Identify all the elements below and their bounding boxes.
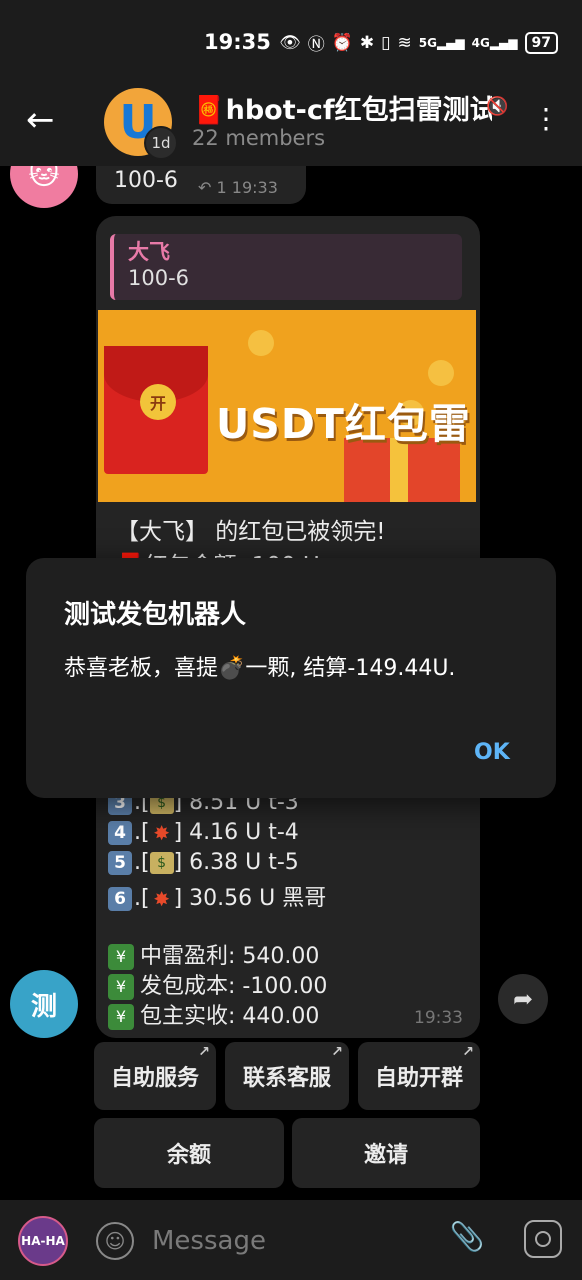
money-icon: $ [149, 852, 174, 874]
bot-message-time: 19:33 [414, 1008, 463, 1028]
coin-decoration-icon [428, 360, 454, 386]
grab-text: 30.56 U 黑哥 [189, 886, 327, 911]
summary-label: 包主实收: [140, 1004, 236, 1029]
message-input-bar: HA-HA ☺ 📎 [0, 1200, 582, 1280]
explosion-icon: ✸ [153, 821, 170, 845]
group-title[interactable]: 🧧hbot-cf红包扫雷测试 [192, 88, 492, 127]
grab-row: 6 .[✸] 30.56 U 黑哥 [108, 880, 326, 912]
balance-button[interactable]: 余额 [94, 1118, 284, 1188]
create-group-button[interactable]: 自助开群 ↗ [358, 1042, 480, 1110]
chart-yen-icon: ¥ [108, 1004, 134, 1030]
contact-support-button[interactable]: 联系客服 ↗ [225, 1042, 349, 1110]
summary-value: -100.00 [242, 974, 328, 999]
external-link-icon: ↗ [462, 1044, 474, 1060]
number-key-icon: 4 [108, 821, 132, 845]
sender-avatar-cat[interactable]: 🐱 [10, 166, 78, 208]
share-arrow-icon: ➦ [512, 985, 534, 1013]
signal-4g-label: 4G [471, 35, 490, 50]
explosion-icon: ✸ [153, 887, 170, 911]
grab-row: 4 .[✸] 4.16 U t-4 [108, 820, 299, 845]
coin-decoration-icon [248, 330, 274, 356]
back-arrow-icon[interactable]: ← [26, 102, 66, 142]
status-bar: 19:35 👁 Ⓝ ⏰ ✱ ▯ ≋ 5G▂▄▆ 4G▂▄▆ 97 [0, 0, 582, 84]
send-as-avatar[interactable]: HA-HA [18, 1216, 68, 1266]
reply-quote[interactable]: 大飞 100-6 [110, 234, 462, 300]
summary-value: 540.00 [242, 944, 320, 969]
forward-button[interactable]: ➦ [498, 974, 548, 1024]
reply-arrow-icon: ↶ [198, 178, 212, 197]
external-link-icon: ↗ [198, 1044, 210, 1060]
summary-row: ¥ 中雷盈利: 540.00 [108, 938, 319, 970]
bot-avatar[interactable]: 测 [10, 970, 78, 1038]
number-key-icon: 5 [108, 851, 132, 875]
message-input[interactable] [152, 1222, 432, 1260]
red-envelope-icon: 🧧 [192, 95, 226, 126]
dialog-ok-button[interactable]: OK [474, 740, 510, 765]
reply-quote-name: 大飞 [128, 240, 170, 264]
dialog-message: 恭喜老板，喜提💣一颗, 结算-149.44U. [64, 650, 455, 682]
grab-text: 4.16 U t-4 [189, 820, 299, 845]
self-service-label: 自助服务 [110, 1066, 199, 1091]
create-group-label: 自助开群 [374, 1066, 463, 1091]
nfc-icon: Ⓝ [307, 35, 325, 55]
self-service-button[interactable]: 自助服务 ↗ [94, 1042, 216, 1110]
claimed-text: 【大飞】 的红包已被领完! [116, 519, 386, 545]
member-count: 22 members [192, 126, 326, 150]
status-time: 19:35 [204, 30, 271, 54]
signal-5g-icon: 5G▂▄▆ [418, 35, 465, 50]
chat-header: ← U 1d 🧧hbot-cf红包扫雷测试 🔇 22 members ⋮ [0, 84, 582, 166]
open-coin-icon: 开 [140, 384, 176, 420]
camera-lens [535, 1231, 551, 1247]
mute-icon: 🔇 [486, 96, 509, 117]
number-key-icon: 6 [108, 887, 132, 911]
vibrate-icon: ▯ [381, 32, 391, 53]
balance-label: 余额 [166, 1143, 211, 1168]
summary-label: 中雷盈利: [140, 944, 236, 969]
grab-row: 5 .[$] 6.38 U t-5 [108, 850, 299, 875]
chart-yen-icon: ¥ [108, 944, 134, 970]
reply-count: 1 [216, 178, 227, 197]
auto-delete-timer-badge: 1d [144, 126, 178, 160]
previous-message-time: 19:33 [231, 178, 278, 197]
signal-5g-label: 5G [418, 35, 437, 50]
dialog-title: 测试发包机器人 [64, 600, 247, 630]
grab-text: 6.38 U t-5 [189, 850, 299, 875]
dialog-body-before: 恭喜老板，喜提 [64, 656, 219, 681]
previous-message-meta: ↶ 1 19:33 [198, 178, 278, 197]
usdt-banner-image[interactable]: 开 USDT红包雷 [98, 310, 476, 502]
summary-row: ¥ 发包成本: -100.00 [108, 968, 327, 1000]
reply-quote-text: 100-6 [128, 266, 190, 290]
contact-support-label: 联系客服 [242, 1066, 331, 1091]
external-link-icon: ↗ [331, 1044, 343, 1060]
more-menu-icon[interactable]: ⋮ [532, 102, 560, 135]
status-icons: 👁 Ⓝ ⏰ ✱ ▯ ≋ 5G▂▄▆ 4G▂▄▆ 97 [279, 30, 558, 55]
summary-label: 发包成本: [140, 974, 236, 999]
previous-message-text: 100-6 [114, 168, 178, 193]
chart-yen-icon: ¥ [108, 974, 134, 1000]
wifi-icon: ≋ [397, 32, 412, 53]
bluetooth-icon: ✱ [359, 32, 375, 53]
alert-dialog: 测试发包机器人 恭喜老板，喜提💣一颗, 结算-149.44U. OK [26, 558, 556, 798]
camera-icon[interactable] [524, 1220, 562, 1258]
alarm-icon: ⏰ [331, 32, 353, 53]
invite-button[interactable]: 邀请 [292, 1118, 480, 1188]
group-title-text: hbot-cf红包扫雷测试 [225, 95, 492, 126]
banner-title: USDT红包雷 [216, 400, 471, 448]
bomb-icon: 💣 [218, 656, 246, 681]
emoji-icon[interactable]: ☺ [96, 1222, 134, 1260]
signal-4g-icon: 4G▂▄▆ [471, 35, 518, 50]
summary-value: 440.00 [242, 1004, 320, 1029]
red-envelope-graphic: 开 [104, 346, 208, 474]
battery-indicator: 97 [524, 31, 558, 54]
invite-label: 邀请 [363, 1143, 408, 1168]
dialog-body-after: 一颗, 结算-149.44U. [245, 656, 456, 681]
eye-icon: 👁 [279, 32, 301, 53]
summary-row: ¥ 包主实收: 440.00 [108, 998, 319, 1030]
attach-paperclip-icon[interactable]: 📎 [448, 1220, 486, 1260]
